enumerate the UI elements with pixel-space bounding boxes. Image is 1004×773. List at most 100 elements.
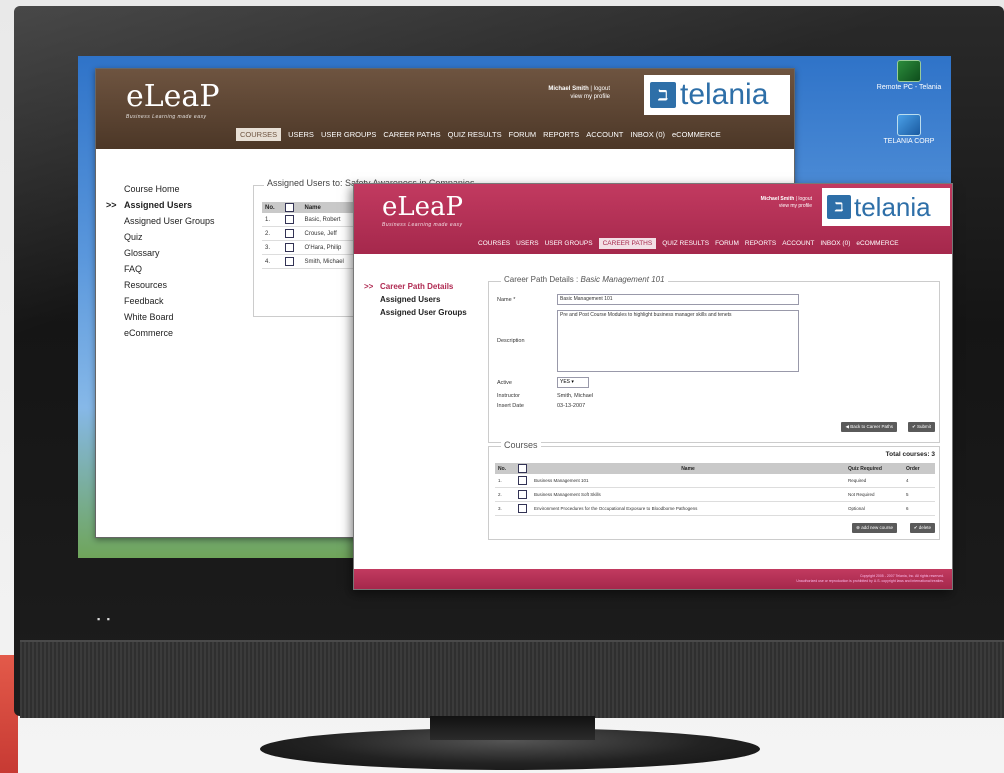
profile-link[interactable]: view my profile: [570, 94, 610, 100]
row-checkbox[interactable]: [285, 229, 295, 238]
quiz-required-select[interactable]: Not Required: [845, 487, 903, 502]
sidebar-item-course-home[interactable]: Course Home: [124, 181, 215, 197]
sidebar-item-career-path-details[interactable]: >> Career Path Details: [364, 280, 467, 293]
tab-ecommerce[interactable]: eCOMMERCE: [856, 240, 898, 249]
course-name-cell[interactable]: Business Management Soft Skills: [531, 487, 845, 502]
row-number: 2.: [495, 487, 515, 502]
sidebar-item-faq[interactable]: FAQ: [124, 261, 215, 277]
order-cell[interactable]: 4: [903, 474, 935, 488]
row-checkbox[interactable]: [285, 215, 295, 224]
row-checkbox[interactable]: [285, 243, 295, 252]
tab-ecommerce[interactable]: eCOMMERCE: [672, 130, 721, 141]
tab-inbox[interactable]: INBOX (0): [820, 240, 850, 249]
eleap-logo: eLeaP Business Learning made easy: [126, 79, 220, 120]
logout-link[interactable]: logout: [594, 86, 610, 92]
footer: Copyright 2005 - 2007 Telania, Inc. All …: [354, 569, 952, 589]
active-select[interactable]: YES ▾: [557, 377, 589, 388]
user-info: Michael Smith | logout view my profile: [548, 86, 610, 100]
tab-courses[interactable]: COURSES: [236, 128, 282, 141]
sidebar-item-white-board[interactable]: White Board: [124, 309, 215, 325]
active-label: Active: [497, 380, 512, 386]
user-name: Michael Smith: [760, 196, 795, 202]
row-checkbox[interactable]: [285, 257, 295, 266]
tab-reports[interactable]: REPORTS: [543, 130, 579, 141]
quiz-required-select[interactable]: Required: [845, 474, 903, 488]
sidebar-item-quiz[interactable]: Quiz: [124, 229, 215, 245]
tab-users[interactable]: USERS: [516, 240, 538, 249]
quiz-required-select[interactable]: Optional: [845, 501, 903, 516]
panel-title: Career Path Details : Basic Management 1…: [501, 275, 668, 284]
career-path-details-panel: Career Path Details : Basic Management 1…: [488, 275, 940, 443]
tab-inbox-label: INBOX: [820, 240, 841, 247]
telania-logo: ℶ telania: [644, 75, 790, 115]
checkbox-cell: [515, 501, 531, 516]
user-name-cell[interactable]: Basic, Robert: [301, 213, 360, 227]
delete-button[interactable]: ✔ delete: [909, 523, 935, 533]
sidebar-item-resources[interactable]: Resources: [124, 277, 215, 293]
row-checkbox[interactable]: [518, 504, 527, 513]
insert-date-label: Insert Date: [497, 403, 524, 409]
desktop-icon-label: TELANIA CORP: [883, 138, 935, 145]
tab-user-groups[interactable]: USER GROUPS: [545, 240, 593, 249]
user-name-cell[interactable]: Smith, Michael: [301, 254, 360, 269]
row-checkbox[interactable]: [518, 490, 527, 499]
row-number: 2.: [262, 226, 283, 241]
tab-inbox[interactable]: INBOX (0): [630, 130, 665, 141]
tab-career-paths[interactable]: CAREER PATHS: [598, 238, 657, 249]
tab-user-groups[interactable]: USER GROUPS: [321, 130, 376, 141]
sidebar-item-assigned-user-groups[interactable]: Assigned User Groups: [124, 213, 215, 229]
order-cell[interactable]: 5: [903, 487, 935, 502]
monitor-icon: [897, 60, 921, 82]
tab-users[interactable]: USERS: [288, 130, 314, 141]
select-all-checkbox[interactable]: [518, 464, 527, 473]
order-cell[interactable]: 6: [903, 501, 935, 516]
desktop-icon-telania-corp[interactable]: TELANIA CORP: [874, 114, 944, 145]
sidebar-item-ecommerce[interactable]: eCommerce: [124, 325, 215, 341]
checkbox-cell: [282, 254, 302, 269]
tab-courses[interactable]: COURSES: [478, 240, 510, 249]
tab-account[interactable]: ACCOUNT: [782, 240, 814, 249]
column-order: Order: [903, 463, 935, 474]
desktop-icon-label: Remote PC - Telania: [876, 84, 942, 91]
sidebar-item-assigned-user-groups[interactable]: Assigned User Groups: [380, 306, 467, 319]
desktop-icon-remote-pc[interactable]: Remote PC - Telania: [874, 60, 944, 91]
course-name-cell[interactable]: Environment Procedures for the Occupatio…: [531, 501, 845, 516]
select-all-checkbox[interactable]: [285, 203, 295, 212]
tab-forum[interactable]: FORUM: [509, 130, 537, 141]
description-textarea[interactable]: Pre and Post Course Modules to highlight…: [557, 310, 799, 372]
sidebar-item-assigned-users[interactable]: Assigned Users: [380, 293, 467, 306]
checkbox-cell: [515, 487, 531, 502]
telania-logo: ℶ telania: [822, 188, 950, 226]
submit-button[interactable]: ✔ Submit: [907, 422, 935, 432]
logout-link[interactable]: logout: [798, 196, 812, 202]
name-input[interactable]: Basic Management 101: [557, 294, 799, 305]
back-to-career-paths-button[interactable]: ◀ Back to Career Paths: [841, 422, 897, 432]
tab-quiz-results[interactable]: QUIZ RESULTS: [448, 130, 502, 141]
user-name-cell[interactable]: Crouse, Jeff: [301, 226, 360, 241]
tab-career-paths[interactable]: CAREER PATHS: [383, 130, 440, 141]
window-career-path-details[interactable]: eLeaP Business Learning made easy Michae…: [353, 183, 953, 590]
instructor-label: Instructor: [497, 393, 520, 399]
tab-reports[interactable]: REPORTS: [745, 240, 776, 249]
user-name-cell[interactable]: O'Hara, Philip: [301, 240, 360, 255]
course-name-cell[interactable]: Business Management 101: [531, 474, 845, 488]
active-select-value: YES: [560, 379, 571, 385]
telania-wordmark: telania: [854, 191, 931, 222]
sidebar: >> Career Path Details Assigned Users Ass…: [364, 280, 467, 319]
profile-link[interactable]: view my profile: [779, 203, 812, 209]
inbox-count: 0: [844, 240, 849, 247]
logo-tagline: Business Learning made easy: [126, 114, 207, 120]
sidebar-item-feedback[interactable]: Feedback: [124, 293, 215, 309]
telania-mark-icon: ℶ: [827, 195, 851, 219]
row-number: 1.: [495, 474, 515, 488]
sidebar-item-assigned-users[interactable]: >> Assigned Users: [106, 197, 215, 213]
tab-quiz-results[interactable]: QUIZ RESULTS: [662, 240, 709, 249]
add-new-course-button[interactable]: ⊕ add new course: [852, 523, 897, 533]
current-arrow-icon: >>: [364, 282, 374, 291]
tab-forum[interactable]: FORUM: [715, 240, 739, 249]
sidebar-item-glossary[interactable]: Glossary: [124, 245, 215, 261]
row-number: 4.: [262, 254, 283, 269]
main-nav: COURSES USERS USER GROUPS CAREER PATHS Q…: [236, 128, 721, 141]
row-checkbox[interactable]: [518, 476, 527, 485]
tab-account[interactable]: ACCOUNT: [586, 130, 623, 141]
